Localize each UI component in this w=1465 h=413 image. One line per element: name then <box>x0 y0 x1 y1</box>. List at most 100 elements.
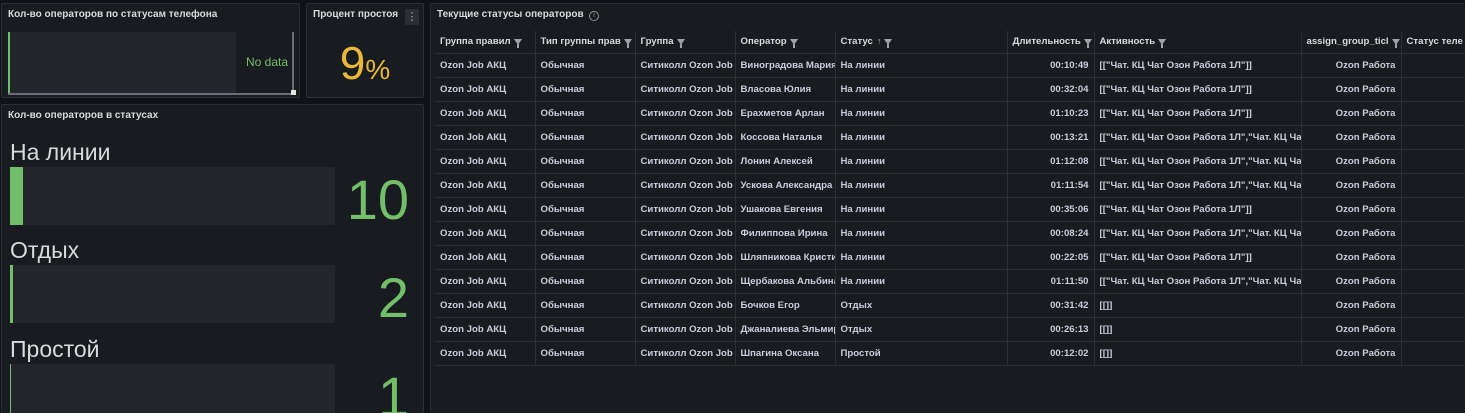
table-row[interactable]: Ozon Job АКЦ Обычная Ситиколл Ozon Job Щерб… <box>435 269 1465 294</box>
table-row[interactable]: Ozon Job АКЦ Обычная Ситиколл Ozon Job Бочк… <box>435 293 1465 318</box>
column-header[interactable]: Тип группы прав <box>535 31 636 54</box>
column-header[interactable]: Статус теле <box>1401 31 1465 54</box>
table-cell: На линии <box>835 173 1008 198</box>
column-header[interactable]: Оператор <box>735 31 836 54</box>
table-cell: Бочков Егор <box>735 293 836 318</box>
table-cell: Ozon Работа <box>1301 317 1402 342</box>
filter-icon[interactable] <box>1158 38 1167 48</box>
table-cell: На линии <box>835 269 1008 294</box>
table-cell: 01:12:08 <box>1007 149 1095 174</box>
plot-area <box>8 32 236 94</box>
column-header[interactable]: Активность <box>1094 31 1302 54</box>
table-row[interactable]: Ozon Job АКЦ Обычная Ситиколл Ozon Job Шпаг… <box>435 341 1465 366</box>
table-cell: [["Чат. КЦ Чат Озон Работа 1Л","Чат. КЦ … <box>1094 149 1302 174</box>
column-header[interactable]: Группа <box>635 31 736 54</box>
filter-icon[interactable] <box>1083 38 1092 48</box>
sort-ascending-icon[interactable]: ↑ <box>877 36 882 46</box>
info-icon[interactable]: i <box>589 11 599 21</box>
table-cell: [[]] <box>1094 341 1302 366</box>
column-header-label: Активность <box>1099 36 1156 48</box>
filter-icon[interactable] <box>623 38 632 48</box>
vertical-scrollbar[interactable] <box>292 32 294 92</box>
table-cell: Ситиколл Ozon Job <box>635 221 736 246</box>
filter-icon[interactable] <box>789 38 798 48</box>
column-header-label: assign_group_ticl <box>1306 36 1389 48</box>
table-cell: Ozon Job АКЦ <box>435 269 536 294</box>
column-header[interactable]: Длительность <box>1007 31 1095 54</box>
panel-title[interactable]: Процент простоя <box>313 9 398 20</box>
stat-value: 9% <box>307 36 423 90</box>
table-cell: 00:08:24 <box>1007 221 1095 246</box>
panel-title[interactable]: Кол-во операторов в статусах <box>8 110 158 121</box>
table-cell: [["Чат. КЦ Чат Озон Работа 1Л","Чат. КЦ … <box>1094 173 1302 198</box>
table-cell: Обычная <box>535 149 636 174</box>
table-cell: Обычная <box>535 317 636 342</box>
table-cell <box>1401 269 1465 294</box>
table-cell: [[]] <box>1094 293 1302 318</box>
column-header-label: Статус теле <box>1406 36 1463 48</box>
table-cell: [["Чат. КЦ Чат Озон Работа 1Л","Чат. КЦ … <box>1094 221 1302 246</box>
kebab-icon[interactable]: ⋮ <box>405 9 419 25</box>
resize-handle[interactable] <box>291 90 296 95</box>
table-row[interactable]: Ozon Job АКЦ Обычная Ситиколл Ozon Job Лони… <box>435 149 1465 174</box>
table-row[interactable]: Ozon Job АКЦ Обычная Ситиколл Ozon Job Ушак… <box>435 197 1465 222</box>
table-cell: Обычная <box>535 173 636 198</box>
table-cell: На линии <box>835 149 1008 174</box>
table-cell <box>1401 221 1465 246</box>
column-header-label: Группа <box>640 36 674 48</box>
panel-idle-percent: Процент простоя ⋮ 9% <box>306 3 424 98</box>
table-cell: Отдых <box>835 317 1008 342</box>
table-row[interactable]: Ozon Job АКЦ Обычная Ситиколл Ozon Job Влас… <box>435 77 1465 102</box>
table-row[interactable]: Ozon Job АКЦ Обычная Ситиколл Ozon Job Ерах… <box>435 101 1465 126</box>
table-cell: Обычная <box>535 53 636 78</box>
table-cell <box>1401 77 1465 102</box>
table-cell: Ситиколл Ozon Job <box>635 173 736 198</box>
table-cell: Ozon Работа <box>1301 293 1402 318</box>
table-cell: Ситиколл Ozon Job <box>635 53 736 78</box>
table-row[interactable]: Ozon Job АКЦ Обычная Ситиколл Ozon Job Косс… <box>435 125 1465 150</box>
table-cell: Ozon Работа <box>1301 149 1402 174</box>
status-bar-fill <box>10 364 12 413</box>
table-row[interactable]: Ozon Job АКЦ Обычная Ситиколл Ozon Job Фили… <box>435 221 1465 246</box>
table-cell: Ozon Job АКЦ <box>435 125 536 150</box>
horizontal-scrollbar[interactable] <box>8 93 291 95</box>
filter-icon[interactable] <box>676 38 685 48</box>
table-cell: Ozon Job АКЦ <box>435 341 536 366</box>
table-cell: 00:35:06 <box>1007 197 1095 222</box>
column-header[interactable]: assign_group_ticl <box>1301 31 1402 54</box>
status-bar-fill <box>10 167 23 225</box>
table-cell <box>1401 197 1465 222</box>
column-header[interactable]: Группа правил <box>435 31 536 54</box>
table-body: Ozon Job АКЦ Обычная Ситиколл Ozon Job Вино… <box>435 53 1465 366</box>
table-cell <box>1401 101 1465 126</box>
panel-title[interactable]: Кол-во операторов по статусам телефона <box>8 9 217 20</box>
table-cell: На линии <box>835 197 1008 222</box>
table-cell: Виноградова Мария <box>735 53 836 78</box>
table-cell: 00:26:13 <box>1007 317 1095 342</box>
filter-icon[interactable] <box>513 38 522 48</box>
table-cell: Джаналиева Эльмир <box>735 317 836 342</box>
table-cell <box>1401 245 1465 270</box>
table-cell: Обычная <box>535 293 636 318</box>
table-cell <box>1401 293 1465 318</box>
table-row[interactable]: Ozon Job АКЦ Обычная Ситиколл Ozon Job Уско… <box>435 173 1465 198</box>
table-cell: Ушакова Евгения <box>735 197 836 222</box>
table-cell: 01:10:23 <box>1007 101 1095 126</box>
table-cell: Ozon Работа <box>1301 173 1402 198</box>
column-header[interactable]: Статус ↑ <box>835 31 1008 54</box>
table-row[interactable]: Ozon Job АКЦ Обычная Ситиколл Ozon Job Вино… <box>435 53 1465 78</box>
status-bar-idle <box>10 364 335 413</box>
table-cell: Шляпникова Кристи <box>735 245 836 270</box>
table-cell: Обычная <box>535 197 636 222</box>
panel-title[interactable]: Текущие статусы операторов <box>437 9 584 20</box>
table-cell: Обычная <box>535 269 636 294</box>
status-value-rest: 2 <box>377 266 409 329</box>
table-cell: 00:31:42 <box>1007 293 1095 318</box>
table-row[interactable]: Ozon Job АКЦ Обычная Ситиколл Ozon Job Джан… <box>435 317 1465 342</box>
table-cell: Ozon Job АКЦ <box>435 221 536 246</box>
filter-icon[interactable] <box>884 38 893 48</box>
table-cell: Щербакова Альбина <box>735 269 836 294</box>
table-cell: Коссова Наталья <box>735 125 836 150</box>
table-row[interactable]: Ozon Job АКЦ Обычная Ситиколл Ozon Job Шляп… <box>435 245 1465 270</box>
filter-icon[interactable] <box>1391 38 1400 48</box>
